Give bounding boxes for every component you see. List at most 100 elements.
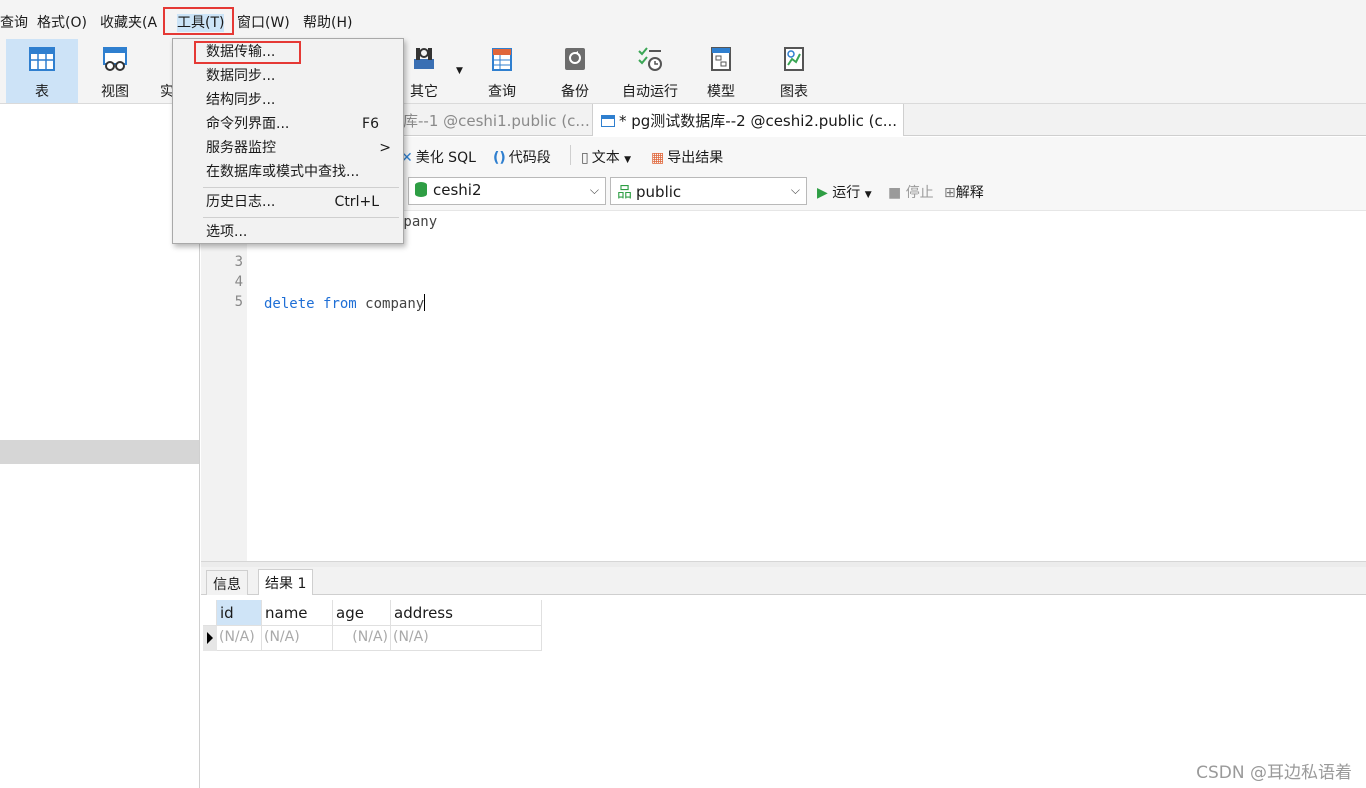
text-mode-button[interactable]: ▯ 文本 ▼	[581, 147, 631, 167]
column-header-age[interactable]: age	[333, 600, 391, 626]
model-icon	[711, 47, 731, 71]
stop-label: 停止	[905, 185, 934, 201]
menu-item-command-line-label: 命令列界面...	[206, 116, 290, 132]
shortcut-f6: F6	[362, 116, 379, 132]
export-icon: ▦	[651, 150, 665, 166]
menu-separator	[203, 217, 399, 218]
menu-item-data-sync[interactable]: 数据同步...	[173, 64, 403, 88]
table-cell-id[interactable]: (N/A)	[217, 626, 262, 651]
schema-select[interactable]: 品 public ⌵	[610, 177, 807, 205]
explain-button[interactable]: ⊞解释	[944, 182, 984, 202]
database-select[interactable]: ceshi2 ⌵	[408, 177, 606, 205]
menu-item-history-log[interactable]: 历史日志... Ctrl+L	[173, 190, 403, 214]
menu-item-options-label: 选项...	[206, 224, 248, 240]
chart-icon	[784, 47, 804, 71]
sql-editor[interactable]: mpany delete from company	[247, 211, 1366, 561]
toolbar-entity-button[interactable]: 实	[130, 39, 174, 103]
parentheses-icon: ()	[493, 150, 506, 166]
play-icon: ▶	[817, 185, 828, 201]
menu-item-options[interactable]: 选项...	[173, 220, 403, 244]
toolbar-chart-button[interactable]: 图表	[758, 39, 830, 103]
toolbar-table-button[interactable]: 表	[6, 39, 78, 103]
schema-select-value: public	[636, 183, 682, 201]
table-cell-address[interactable]: (N/A)	[391, 626, 542, 651]
tab-info[interactable]: 信息	[206, 570, 248, 595]
menu-item-server-monitor-label: 服务器监控	[206, 140, 276, 156]
menu-item-history-log-label: 历史日志...	[206, 194, 276, 210]
tab-result-1-label: 结果 1	[265, 576, 307, 592]
highlight-box-data-transfer	[194, 41, 301, 64]
menu-favorites[interactable]: 收藏夹(A	[100, 14, 157, 32]
other-dropdown-arrow-icon[interactable]: ▼	[456, 66, 463, 76]
highlight-box-tools	[163, 7, 234, 35]
menu-item-structure-sync[interactable]: 结构同步...	[173, 88, 403, 112]
toolbar-table-label: 表	[35, 84, 49, 100]
text-mode-dropdown-icon: ▼	[624, 155, 632, 165]
code-snippet-label: 代码段	[508, 150, 551, 166]
grid-corner	[203, 600, 217, 626]
table-icon	[29, 47, 55, 71]
submenu-chevron-right-icon: >	[379, 140, 391, 156]
toolbar-automation-label: 自动运行	[622, 84, 678, 100]
current-row-arrow-icon	[207, 632, 213, 644]
stop-icon: ■	[888, 185, 902, 201]
run-label: 运行	[832, 185, 861, 201]
export-results-button[interactable]: ▦ 导出结果	[651, 147, 723, 167]
toolbar-backup-button[interactable]: 备份	[539, 39, 611, 103]
tools-dropdown-menu: 数据传输... 数据同步... 结构同步... 命令列界面... F6 服务器监控…	[172, 38, 404, 244]
code-line-5: delete from company	[264, 294, 426, 312]
column-header-name[interactable]: name	[262, 600, 333, 626]
run-button[interactable]: ▶ 运行 ▼	[817, 182, 872, 202]
tools-icon	[414, 48, 434, 69]
query-tab-icon	[601, 115, 615, 127]
text-mode-label: 文本	[591, 150, 620, 166]
row-indicator	[203, 626, 217, 651]
menu-item-find-in-database[interactable]: 在数据库或模式中查找...	[173, 160, 403, 184]
explain-icon: ⊞	[944, 185, 956, 201]
results-tab-bar: 信息 结果 1	[201, 567, 1366, 595]
menu-window[interactable]: 窗口(W)	[237, 14, 290, 32]
automation-icon	[638, 47, 662, 71]
toolbar-entity-label: 实	[160, 84, 174, 100]
tab-query-1[interactable]: 库--1 @ceshi1.public (c...	[395, 104, 593, 136]
line-number: 3	[234, 254, 243, 270]
tab-result-1[interactable]: 结果 1	[258, 569, 314, 595]
sidebar-selected-row[interactable]	[0, 440, 199, 464]
explain-label: 解释	[955, 185, 984, 201]
text-cursor	[424, 294, 426, 311]
run-dropdown-icon: ▼	[864, 190, 872, 200]
menu-item-server-monitor[interactable]: 服务器监控 >	[173, 136, 403, 160]
toolbar-query-label: 查询	[488, 84, 516, 100]
tab-query-2[interactable]: * pg测试数据库--2 @ceshi2.public (c...	[593, 104, 904, 136]
stop-button[interactable]: ■ 停止	[888, 182, 934, 202]
menu-query[interactable]: 查询	[0, 14, 28, 32]
tab-info-label: 信息	[213, 577, 241, 593]
backup-icon	[565, 48, 585, 70]
beautify-sql-label: 美化 SQL	[415, 150, 476, 166]
schema-icon: 品	[617, 183, 633, 201]
table-cell-name[interactable]: (N/A)	[262, 626, 333, 651]
toolbar-automation-button[interactable]: 自动运行	[612, 39, 688, 103]
export-results-label: 导出结果	[667, 150, 724, 166]
database-icon	[415, 182, 427, 197]
column-header-id[interactable]: id	[217, 600, 262, 626]
menu-item-command-line[interactable]: 命令列界面... F6	[173, 112, 403, 136]
database-select-value: ceshi2	[433, 181, 482, 199]
menu-help[interactable]: 帮助(H)	[303, 14, 352, 32]
keyword-from: from	[323, 296, 357, 312]
beautify-sql-button[interactable]: ✕ 美化 SQL	[401, 147, 476, 167]
view-icon	[103, 47, 127, 71]
chevron-down-icon: ⌵	[589, 183, 599, 197]
toolbar-query-button[interactable]: 查询	[466, 39, 538, 103]
results-grid[interactable]: id name age address (N/A) (N/A) (N/A) (N…	[203, 600, 543, 652]
toolbar-model-button[interactable]: 模型	[685, 39, 757, 103]
table-cell-age[interactable]: (N/A)	[333, 626, 391, 651]
column-header-address[interactable]: address	[391, 600, 542, 626]
tab-query-1-label: 库--1 @ceshi1.public (c...	[403, 112, 590, 130]
toolbar-backup-label: 备份	[561, 84, 589, 100]
watermark: CSDN @耳边私语着	[1196, 763, 1352, 783]
keyword-delete: delete	[264, 296, 315, 312]
code-snippet-button[interactable]: () 代码段	[493, 147, 551, 167]
menu-format[interactable]: 格式(O)	[37, 14, 87, 32]
query-icon	[492, 48, 512, 71]
